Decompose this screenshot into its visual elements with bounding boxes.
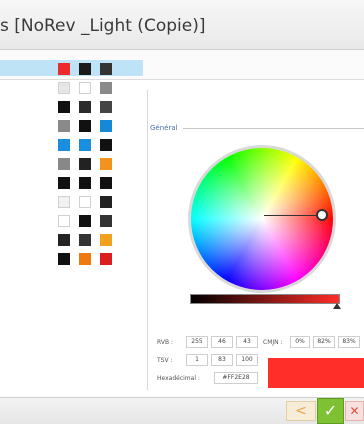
tsv-t-field[interactable]: 1 [186,354,208,366]
palette-swatch [100,177,112,189]
tsv-v-field[interactable]: 100 [236,354,258,366]
palette-swatch [100,234,112,246]
cmjn-c-field[interactable]: 0% [290,336,310,348]
cmjn-m-field[interactable]: 82% [313,336,335,348]
palette-swatch [79,101,91,113]
wheel-handle[interactable] [316,209,328,221]
palette-swatch [79,196,91,208]
palette-swatch [79,82,91,94]
palette-row[interactable] [0,174,143,190]
rvb-b-field[interactable]: 43 [236,336,258,348]
palette-swatch [58,158,70,170]
palette-swatch [58,215,70,227]
palette-swatch [79,253,91,265]
palette-row[interactable] [0,60,143,76]
palette-swatch [58,101,70,113]
palette-swatch [100,63,112,75]
palette-row[interactable] [0,155,143,171]
palette-swatch [100,253,112,265]
palette-swatch [100,82,112,94]
palette-row[interactable] [0,231,143,247]
palette-swatch [58,196,70,208]
palette-row[interactable] [0,117,143,133]
color-wheel[interactable] [188,145,336,293]
palette-row[interactable] [0,136,143,152]
rvb-g-field[interactable]: 46 [211,336,233,348]
check-icon: ✓ [323,401,338,420]
palette-swatch [58,253,70,265]
palette-swatch [100,196,112,208]
palette-swatch [79,215,91,227]
palette-swatch [79,120,91,132]
brightness-slider[interactable] [190,294,340,304]
palette-swatch [79,158,91,170]
palette-swatch [100,139,112,151]
cancel-button[interactable]: ✕ [345,401,364,421]
section-divider [183,128,364,129]
palette-swatch [58,139,70,151]
palette-swatch [58,177,70,189]
palette-row[interactable] [0,212,143,228]
rvb-r-field[interactable]: 255 [186,336,208,348]
palette-row[interactable] [0,193,143,209]
palette-swatch [58,234,70,246]
chevron-left-icon: < [295,403,307,419]
palette-row[interactable] [0,79,143,95]
hex-label: Hexadécimal : [157,375,200,382]
palette-row[interactable] [0,250,143,266]
palette-swatch [100,120,112,132]
palette-swatch [79,139,91,151]
palette-swatch [100,101,112,113]
palette-swatch [58,120,70,132]
wheel-radius-line [264,215,322,216]
color-wheel-area[interactable] [188,145,336,293]
palette-swatch [79,177,91,189]
ok-button[interactable]: ✓ [317,398,344,424]
rvb-label: RVB : [157,339,173,346]
palette-swatch [58,82,70,94]
palette-swatch [79,63,91,75]
palette-swatch [79,234,91,246]
hex-field[interactable]: #FF2E28 [214,372,258,384]
brightness-handle-icon[interactable] [333,303,341,309]
tsv-label: TSV : [157,357,173,364]
palette-list[interactable] [0,60,148,390]
close-icon: ✕ [349,404,360,418]
window-title: s [NoRev _Light (Copie)] [0,16,206,36]
title-bar: s [NoRev _Light (Copie)] [0,0,364,50]
tsv-s-field[interactable]: 83 [211,354,233,366]
color-preview-swatch [268,358,364,388]
section-general-label: Général [150,124,178,132]
cmjn-label: CMJN : [263,339,283,346]
palette-swatch [100,215,112,227]
previous-button[interactable]: < [286,401,316,421]
cmjn-y-field[interactable]: 83% [338,336,360,348]
palette-swatch [58,63,70,75]
palette-swatch [100,158,112,170]
palette-row[interactable] [0,98,143,114]
